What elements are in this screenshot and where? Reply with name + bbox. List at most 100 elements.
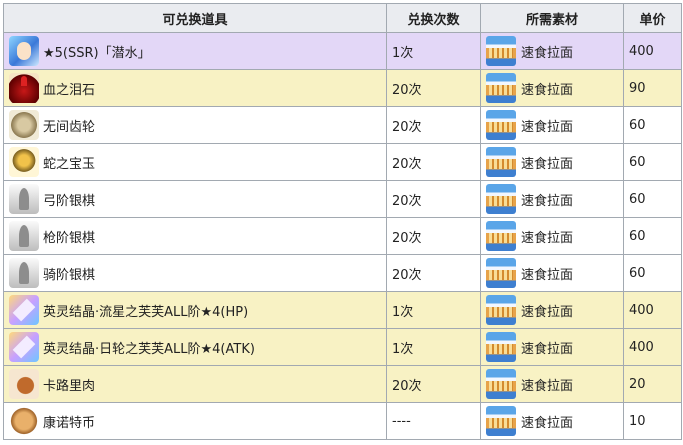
serpent-jewel-icon[interactable] <box>9 147 39 177</box>
material-cell: 速食拉面 <box>480 291 624 329</box>
material-cell: 速食拉面 <box>480 365 624 403</box>
price-cell: 400 <box>623 328 682 366</box>
count-cell: 20次 <box>386 254 481 292</box>
item-cell: 英灵结晶·日轮之芙芙ALL阶★4(ATK) <box>3 328 387 366</box>
item-name: 血之泪石 <box>43 82 96 98</box>
table-row: 骑阶银棋 20次 速食拉面 60 <box>3 254 682 292</box>
material-cell: 速食拉面 <box>480 106 624 144</box>
item-name: 弓阶银棋 <box>43 193 96 209</box>
item-name: 英灵结晶·流星之芙芙ALL阶★4(HP) <box>43 304 249 320</box>
count-cell: ---- <box>386 402 481 440</box>
instant-noodle-icon[interactable] <box>486 221 516 251</box>
instant-noodle-icon[interactable] <box>486 147 516 177</box>
instant-noodle-icon[interactable] <box>486 184 516 214</box>
ssr-servant-swimsuit-icon[interactable] <box>9 36 39 66</box>
header-count[interactable]: 兑换次数 <box>386 3 481 33</box>
blood-tear-stone-icon[interactable] <box>9 73 39 103</box>
lancer-silver-piece-icon[interactable] <box>9 221 39 251</box>
count-cell: 1次 <box>386 32 481 70</box>
item-name: ★5(SSR)「潜水」 <box>43 45 151 61</box>
header-price[interactable]: 单价 <box>623 3 682 33</box>
material-name: 速食拉面 <box>521 415 574 431</box>
material-cell: 速食拉面 <box>480 69 624 107</box>
table-row: 康诺特币 ---- 速食拉面 10 <box>3 402 682 440</box>
kalbi-meat-icon[interactable] <box>9 369 39 399</box>
instant-noodle-icon[interactable] <box>486 406 516 436</box>
table-row: ★5(SSR)「潜水」 1次 速食拉面 400 <box>3 32 682 70</box>
count-cell: 1次 <box>386 328 481 366</box>
item-cell: 血之泪石 <box>3 69 387 107</box>
header-item[interactable]: 可兑换道具 <box>3 3 387 33</box>
rider-silver-piece-icon[interactable] <box>9 258 39 288</box>
item-name: 骑阶银棋 <box>43 267 96 283</box>
archer-silver-piece-icon[interactable] <box>9 184 39 214</box>
table-row: 蛇之宝玉 20次 速食拉面 60 <box>3 143 682 181</box>
instant-noodle-icon[interactable] <box>486 295 516 325</box>
header-material[interactable]: 所需素材 <box>480 3 624 33</box>
instant-noodle-icon[interactable] <box>486 332 516 362</box>
price-cell: 10 <box>623 402 682 440</box>
table-row: 血之泪石 20次 速食拉面 90 <box>3 69 682 107</box>
item-name: 英灵结晶·日轮之芙芙ALL阶★4(ATK) <box>43 341 255 357</box>
material-name: 速食拉面 <box>521 119 574 135</box>
count-cell: 20次 <box>386 365 481 403</box>
material-name: 速食拉面 <box>521 304 574 320</box>
connoisseur-coin-icon[interactable] <box>9 406 39 436</box>
item-cell: 弓阶银棋 <box>3 180 387 218</box>
count-cell: 20次 <box>386 217 481 255</box>
price-cell: 60 <box>623 106 682 144</box>
price-cell: 60 <box>623 217 682 255</box>
material-name: 速食拉面 <box>521 45 574 61</box>
price-cell: 400 <box>623 291 682 329</box>
count-cell: 20次 <box>386 106 481 144</box>
material-cell: 速食拉面 <box>480 32 624 70</box>
price-cell: 60 <box>623 180 682 218</box>
instant-noodle-icon[interactable] <box>486 73 516 103</box>
fou-crystal-hp-icon[interactable] <box>9 295 39 325</box>
price-cell: 60 <box>623 143 682 181</box>
table-row: 英灵结晶·流星之芙芙ALL阶★4(HP) 1次 速食拉面 400 <box>3 291 682 329</box>
material-name: 速食拉面 <box>521 341 574 357</box>
item-name: 康诺特币 <box>43 415 96 431</box>
material-name: 速食拉面 <box>521 82 574 98</box>
item-cell: 无间齿轮 <box>3 106 387 144</box>
item-name: 枪阶银棋 <box>43 230 96 246</box>
material-name: 速食拉面 <box>521 156 574 172</box>
material-name: 速食拉面 <box>521 193 574 209</box>
instant-noodle-icon[interactable] <box>486 110 516 140</box>
item-name: 卡路里肉 <box>43 378 96 394</box>
item-cell: 蛇之宝玉 <box>3 143 387 181</box>
table-row: 卡路里肉 20次 速食拉面 20 <box>3 365 682 403</box>
instant-noodle-icon[interactable] <box>486 36 516 66</box>
eternal-gear-icon[interactable] <box>9 110 39 140</box>
material-cell: 速食拉面 <box>480 254 624 292</box>
material-cell: 速食拉面 <box>480 217 624 255</box>
item-cell: 卡路里肉 <box>3 365 387 403</box>
count-cell: 20次 <box>386 69 481 107</box>
count-cell: 20次 <box>386 180 481 218</box>
item-cell: 康诺特币 <box>3 402 387 440</box>
instant-noodle-icon[interactable] <box>486 369 516 399</box>
fou-crystal-atk-icon[interactable] <box>9 332 39 362</box>
material-name: 速食拉面 <box>521 230 574 246</box>
item-cell: 英灵结晶·流星之芙芙ALL阶★4(HP) <box>3 291 387 329</box>
exchange-table: 可兑换道具 兑换次数 所需素材 单价 ★5(SSR)「潜水」 1次 速食拉面 400 血… <box>3 3 682 440</box>
table-row: 枪阶银棋 20次 速食拉面 60 <box>3 217 682 255</box>
count-cell: 1次 <box>386 291 481 329</box>
table-row: 弓阶银棋 20次 速食拉面 60 <box>3 180 682 218</box>
price-cell: 20 <box>623 365 682 403</box>
item-name: 蛇之宝玉 <box>43 156 96 172</box>
price-cell: 400 <box>623 32 682 70</box>
material-cell: 速食拉面 <box>480 328 624 366</box>
instant-noodle-icon[interactable] <box>486 258 516 288</box>
item-cell: ★5(SSR)「潜水」 <box>3 32 387 70</box>
item-name: 无间齿轮 <box>43 119 96 135</box>
material-name: 速食拉面 <box>521 267 574 283</box>
header-row: 可兑换道具 兑换次数 所需素材 单价 <box>3 3 682 33</box>
material-cell: 速食拉面 <box>480 143 624 181</box>
count-cell: 20次 <box>386 143 481 181</box>
material-cell: 速食拉面 <box>480 402 624 440</box>
price-cell: 90 <box>623 69 682 107</box>
item-cell: 枪阶银棋 <box>3 217 387 255</box>
material-cell: 速食拉面 <box>480 180 624 218</box>
